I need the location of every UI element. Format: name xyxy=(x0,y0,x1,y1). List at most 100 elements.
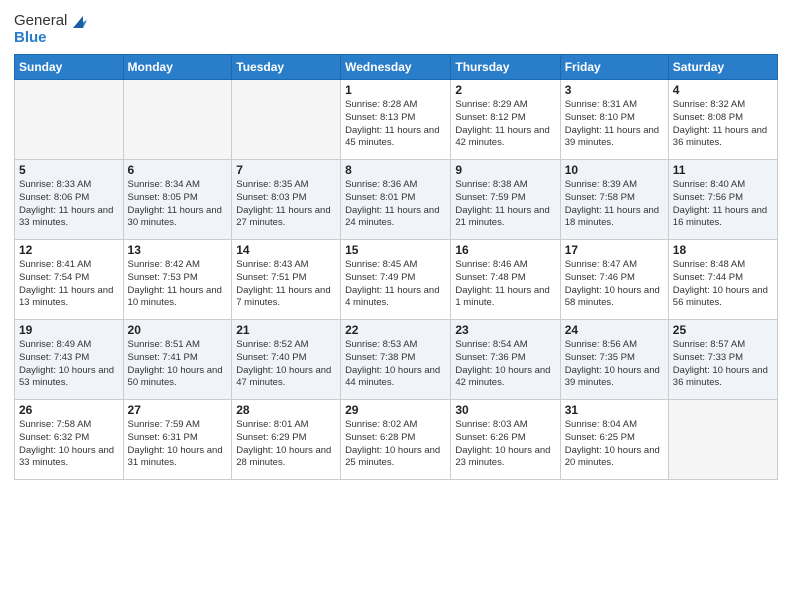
sunrise-text: Sunrise: 8:41 AM xyxy=(19,259,119,272)
calendar-header-row: SundayMondayTuesdayWednesdayThursdayFrid… xyxy=(15,55,778,80)
sunset-text: Sunset: 7:43 PM xyxy=(19,352,119,365)
sunrise-text: Sunrise: 8:48 AM xyxy=(673,259,773,272)
calendar-cell xyxy=(668,400,777,480)
sunset-text: Sunset: 8:13 PM xyxy=(345,112,446,125)
sunrise-text: Sunrise: 8:57 AM xyxy=(673,339,773,352)
calendar-cell: 21Sunrise: 8:52 AMSunset: 7:40 PMDayligh… xyxy=(232,320,341,400)
day-number: 21 xyxy=(236,323,336,337)
daylight-text: Daylight: 10 hours and 36 minutes. xyxy=(673,365,773,391)
day-number: 13 xyxy=(128,243,228,257)
daylight-text: Daylight: 10 hours and 39 minutes. xyxy=(565,365,664,391)
day-info: Sunrise: 8:04 AMSunset: 6:25 PMDaylight:… xyxy=(565,419,664,470)
day-number: 6 xyxy=(128,163,228,177)
sunrise-text: Sunrise: 8:28 AM xyxy=(345,99,446,112)
sunset-text: Sunset: 8:03 PM xyxy=(236,192,336,205)
day-info: Sunrise: 7:58 AMSunset: 6:32 PMDaylight:… xyxy=(19,419,119,470)
calendar-header-monday: Monday xyxy=(123,55,232,80)
sunset-text: Sunset: 7:58 PM xyxy=(565,192,664,205)
day-number: 20 xyxy=(128,323,228,337)
page: General Blue SundayMondayTuesdayWednesda… xyxy=(0,0,792,612)
day-number: 12 xyxy=(19,243,119,257)
day-info: Sunrise: 8:53 AMSunset: 7:38 PMDaylight:… xyxy=(345,339,446,390)
calendar-cell: 18Sunrise: 8:48 AMSunset: 7:44 PMDayligh… xyxy=(668,240,777,320)
sunrise-text: Sunrise: 8:56 AM xyxy=(565,339,664,352)
calendar-header-sunday: Sunday xyxy=(15,55,124,80)
calendar-cell: 2Sunrise: 8:29 AMSunset: 8:12 PMDaylight… xyxy=(451,80,560,160)
header: General Blue xyxy=(14,10,778,46)
sunrise-text: Sunrise: 8:04 AM xyxy=(565,419,664,432)
sunrise-text: Sunrise: 8:33 AM xyxy=(19,179,119,192)
sunrise-text: Sunrise: 8:03 AM xyxy=(455,419,555,432)
sunrise-text: Sunrise: 8:32 AM xyxy=(673,99,773,112)
sunrise-text: Sunrise: 7:59 AM xyxy=(128,419,228,432)
daylight-text: Daylight: 11 hours and 27 minutes. xyxy=(236,205,336,231)
day-number: 16 xyxy=(455,243,555,257)
calendar-header-thursday: Thursday xyxy=(451,55,560,80)
calendar-cell: 7Sunrise: 8:35 AMSunset: 8:03 PMDaylight… xyxy=(232,160,341,240)
day-info: Sunrise: 8:38 AMSunset: 7:59 PMDaylight:… xyxy=(455,179,555,230)
day-info: Sunrise: 8:29 AMSunset: 8:12 PMDaylight:… xyxy=(455,99,555,150)
calendar-cell: 13Sunrise: 8:42 AMSunset: 7:53 PMDayligh… xyxy=(123,240,232,320)
sunrise-text: Sunrise: 8:39 AM xyxy=(565,179,664,192)
sunrise-text: Sunrise: 8:52 AM xyxy=(236,339,336,352)
day-info: Sunrise: 8:57 AMSunset: 7:33 PMDaylight:… xyxy=(673,339,773,390)
day-number: 4 xyxy=(673,83,773,97)
daylight-text: Daylight: 11 hours and 21 minutes. xyxy=(455,205,555,231)
day-info: Sunrise: 8:36 AMSunset: 8:01 PMDaylight:… xyxy=(345,179,446,230)
sunrise-text: Sunrise: 8:45 AM xyxy=(345,259,446,272)
sunset-text: Sunset: 7:51 PM xyxy=(236,272,336,285)
day-info: Sunrise: 8:32 AMSunset: 8:08 PMDaylight:… xyxy=(673,99,773,150)
calendar-cell: 23Sunrise: 8:54 AMSunset: 7:36 PMDayligh… xyxy=(451,320,560,400)
calendar-cell: 19Sunrise: 8:49 AMSunset: 7:43 PMDayligh… xyxy=(15,320,124,400)
day-number: 10 xyxy=(565,163,664,177)
calendar-cell: 20Sunrise: 8:51 AMSunset: 7:41 PMDayligh… xyxy=(123,320,232,400)
day-info: Sunrise: 8:39 AMSunset: 7:58 PMDaylight:… xyxy=(565,179,664,230)
sunset-text: Sunset: 8:12 PM xyxy=(455,112,555,125)
sunrise-text: Sunrise: 8:53 AM xyxy=(345,339,446,352)
calendar-cell: 16Sunrise: 8:46 AMSunset: 7:48 PMDayligh… xyxy=(451,240,560,320)
calendar-cell: 14Sunrise: 8:43 AMSunset: 7:51 PMDayligh… xyxy=(232,240,341,320)
calendar-header-tuesday: Tuesday xyxy=(232,55,341,80)
calendar-cell: 9Sunrise: 8:38 AMSunset: 7:59 PMDaylight… xyxy=(451,160,560,240)
sunrise-text: Sunrise: 8:34 AM xyxy=(128,179,228,192)
daylight-text: Daylight: 11 hours and 18 minutes. xyxy=(565,205,664,231)
sunset-text: Sunset: 6:32 PM xyxy=(19,432,119,445)
calendar-cell: 8 Sunrise: 8:36 AMSunset: 8:01 PMDaylight… xyxy=(341,160,451,240)
sunset-text: Sunset: 7:54 PM xyxy=(19,272,119,285)
daylight-text: Daylight: 10 hours and 50 minutes. xyxy=(128,365,228,391)
daylight-text: Daylight: 11 hours and 1 minute. xyxy=(455,285,555,311)
day-number: 3 xyxy=(565,83,664,97)
day-number: 18 xyxy=(673,243,773,257)
calendar-week-row: 12 Sunrise: 8:41 AMSunset: 7:54 PM Dayligh… xyxy=(15,240,778,320)
day-info: Sunrise: 8:03 AMSunset: 6:26 PMDaylight:… xyxy=(455,419,555,470)
calendar-cell: 27Sunrise: 7:59 AMSunset: 6:31 PMDayligh… xyxy=(123,400,232,480)
day-info: Sunrise: 8:34 AMSunset: 8:05 PMDaylight:… xyxy=(128,179,228,230)
logo-icon xyxy=(69,10,91,32)
sunrise-text: Sunrise: 8:38 AM xyxy=(455,179,555,192)
sunset-text: Sunset: 8:08 PM xyxy=(673,112,773,125)
day-info: Sunrise: 8:01 AMSunset: 6:29 PMDaylight:… xyxy=(236,419,336,470)
day-number: 27 xyxy=(128,403,228,417)
calendar-cell: 30Sunrise: 8:03 AMSunset: 6:26 PMDayligh… xyxy=(451,400,560,480)
daylight-text: Daylight: 10 hours and 44 minutes. xyxy=(345,365,446,391)
calendar-cell: 26Sunrise: 7:58 AMSunset: 6:32 PMDayligh… xyxy=(15,400,124,480)
sunset-text: Sunset: 6:29 PM xyxy=(236,432,336,445)
sunset-text: Sunset: 7:56 PM xyxy=(673,192,773,205)
sunset-text: Sunset: 7:33 PM xyxy=(673,352,773,365)
sunrise-text: Sunrise: 7:58 AM xyxy=(19,419,119,432)
day-number: 8 xyxy=(345,163,446,177)
calendar-cell: 6 Sunrise: 8:34 AMSunset: 8:05 PMDaylight… xyxy=(123,160,232,240)
sunrise-text: Sunrise: 8:36 AM xyxy=(345,179,446,192)
day-info: Sunrise: 8:47 AMSunset: 7:46 PMDaylight:… xyxy=(565,259,664,310)
sunset-text: Sunset: 7:35 PM xyxy=(565,352,664,365)
sunrise-text: Sunrise: 8:02 AM xyxy=(345,419,446,432)
sunset-text: Sunset: 7:49 PM xyxy=(345,272,446,285)
calendar-table: SundayMondayTuesdayWednesdayThursdayFrid… xyxy=(14,54,778,480)
day-number: 15 xyxy=(345,243,446,257)
day-info: Sunrise: 8:56 AMSunset: 7:35 PMDaylight:… xyxy=(565,339,664,390)
daylight-text: Daylight: 10 hours and 53 minutes. xyxy=(19,365,119,391)
daylight-text: Daylight: 10 hours and 47 minutes. xyxy=(236,365,336,391)
sunset-text: Sunset: 8:01 PM xyxy=(345,192,446,205)
calendar-cell: 4 Sunrise: 8:32 AMSunset: 8:08 PMDaylight… xyxy=(668,80,777,160)
day-number: 28 xyxy=(236,403,336,417)
